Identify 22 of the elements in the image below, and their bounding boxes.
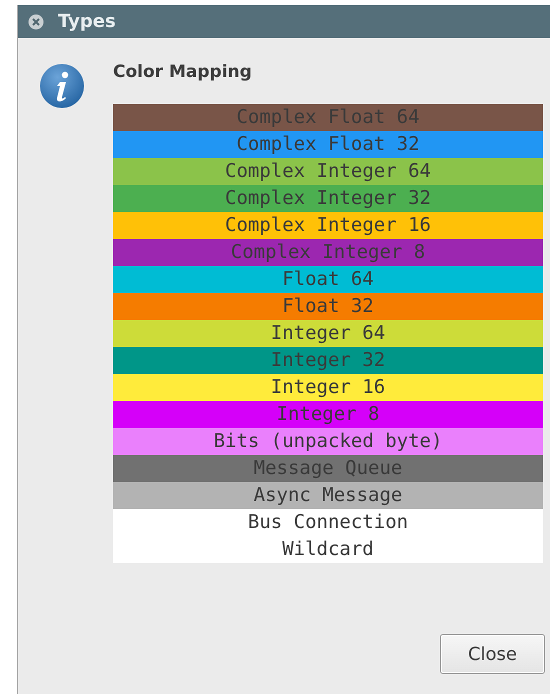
close-icon[interactable] (28, 14, 44, 30)
type-color-row: Float 64 (113, 266, 543, 293)
type-color-row: Complex Integer 16 (113, 212, 543, 239)
window-title: Types (58, 11, 116, 32)
type-color-row: Message Queue (113, 455, 543, 482)
type-color-row: Float 32 (113, 293, 543, 320)
type-color-row: Complex Float 64 (113, 104, 543, 131)
type-color-row: Integer 64 (113, 320, 543, 347)
type-color-row: Async Message (113, 482, 543, 509)
type-color-row: Bus Connection (113, 509, 543, 536)
type-color-row: Integer 16 (113, 374, 543, 401)
type-color-row: Bits (unpacked byte) (113, 428, 543, 455)
type-color-row: Integer 32 (113, 347, 543, 374)
dialog-heading: Color Mapping (113, 62, 253, 84)
type-color-row: Wildcard (113, 536, 543, 563)
type-color-row: Complex Float 32 (113, 131, 543, 158)
close-button[interactable]: Close (440, 634, 545, 674)
type-color-row: Complex Integer 8 (113, 239, 543, 266)
type-color-row: Integer 8 (113, 401, 543, 428)
info-icon (38, 62, 86, 110)
type-color-row: Complex Integer 32 (113, 185, 543, 212)
type-color-row: Complex Integer 64 (113, 158, 543, 185)
